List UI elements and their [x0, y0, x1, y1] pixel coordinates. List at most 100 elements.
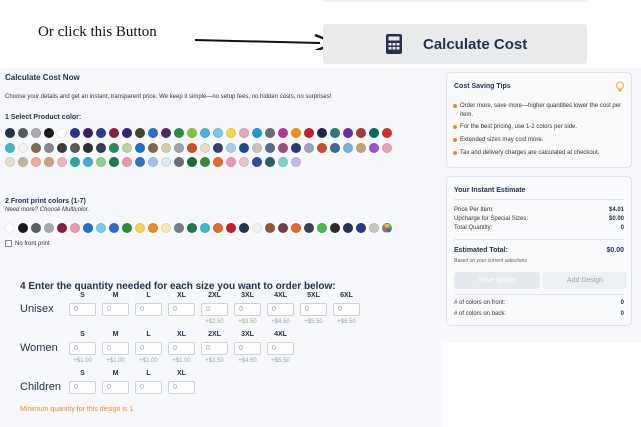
color-swatch[interactable]	[369, 143, 379, 153]
color-swatch[interactable]	[83, 128, 93, 138]
quantity-input[interactable]: 0	[234, 303, 261, 316]
quantity-input[interactable]: 0	[102, 381, 129, 394]
print-color-swatch[interactable]	[96, 223, 106, 233]
quantity-input[interactable]: 0	[201, 342, 228, 355]
color-swatch[interactable]	[44, 157, 54, 167]
quantity-input[interactable]: 0	[234, 342, 261, 355]
save-quote-button[interactable]: Save Quote	[454, 272, 540, 289]
color-swatch[interactable]	[200, 157, 210, 167]
print-color-swatch[interactable]	[291, 223, 301, 233]
print-color-swatch[interactable]	[343, 223, 353, 233]
print-color-swatch[interactable]	[57, 223, 67, 233]
color-swatch[interactable]	[18, 128, 28, 138]
quantity-input[interactable]: 0	[168, 342, 195, 355]
color-swatch[interactable]	[239, 143, 249, 153]
color-swatch[interactable]	[317, 143, 327, 153]
print-color-swatch[interactable]	[239, 223, 249, 233]
quantity-input[interactable]: 0	[267, 303, 294, 316]
print-color-swatch[interactable]	[161, 223, 171, 233]
color-swatch[interactable]	[304, 143, 314, 153]
color-swatch[interactable]	[5, 157, 15, 167]
color-swatch[interactable]	[291, 128, 301, 138]
color-swatch[interactable]	[382, 143, 392, 153]
color-swatch[interactable]	[252, 157, 262, 167]
color-swatch[interactable]	[5, 128, 15, 138]
color-swatch[interactable]	[200, 128, 210, 138]
color-swatch[interactable]	[161, 128, 171, 138]
quantity-input[interactable]: 0	[102, 303, 129, 316]
color-swatch[interactable]	[148, 157, 158, 167]
print-color-swatch[interactable]	[330, 223, 340, 233]
color-swatch[interactable]	[18, 157, 28, 167]
color-swatch[interactable]	[278, 157, 288, 167]
color-swatch[interactable]	[317, 128, 327, 138]
color-swatch[interactable]	[31, 143, 41, 153]
color-swatch[interactable]	[252, 128, 262, 138]
quantity-input[interactable]: 0	[168, 381, 195, 394]
color-swatch[interactable]	[83, 143, 93, 153]
color-swatch[interactable]	[187, 128, 197, 138]
quantity-input[interactable]: 0	[135, 381, 162, 394]
color-swatch[interactable]	[356, 128, 366, 138]
color-swatch[interactable]	[96, 143, 106, 153]
print-color-swatch[interactable]	[265, 223, 275, 233]
color-swatch[interactable]	[161, 157, 171, 167]
quantity-input[interactable]: 0	[168, 303, 195, 316]
no-front-print-option[interactable]: No front print	[5, 240, 50, 247]
multicolor-swatch[interactable]	[382, 223, 392, 233]
print-color-swatch[interactable]	[70, 223, 80, 233]
color-swatch[interactable]	[5, 143, 15, 153]
color-swatch[interactable]	[330, 128, 340, 138]
print-color-swatch[interactable]	[31, 223, 41, 233]
color-swatch[interactable]	[265, 143, 275, 153]
color-swatch[interactable]	[187, 157, 197, 167]
color-swatch[interactable]	[304, 128, 314, 138]
color-swatch[interactable]	[174, 143, 184, 153]
color-swatch[interactable]	[44, 128, 54, 138]
color-swatch[interactable]	[278, 143, 288, 153]
color-swatch[interactable]	[213, 128, 223, 138]
color-swatch[interactable]	[174, 157, 184, 167]
color-swatch[interactable]	[44, 143, 54, 153]
print-color-swatch[interactable]	[213, 223, 223, 233]
color-swatch[interactable]	[148, 128, 158, 138]
color-swatch[interactable]	[252, 143, 262, 153]
color-swatch[interactable]	[291, 157, 301, 167]
print-color-swatch[interactable]	[187, 223, 197, 233]
color-swatch[interactable]	[343, 128, 353, 138]
color-swatch[interactable]	[226, 143, 236, 153]
color-swatch[interactable]	[70, 143, 80, 153]
color-swatch[interactable]	[278, 128, 288, 138]
add-design-button[interactable]: Add Design	[543, 272, 627, 289]
print-color-swatch[interactable]	[122, 223, 132, 233]
color-swatch[interactable]	[291, 143, 301, 153]
color-swatch[interactable]	[213, 157, 223, 167]
color-swatch[interactable]	[213, 143, 223, 153]
print-color-swatch[interactable]	[369, 223, 379, 233]
quantity-input[interactable]: 0	[201, 303, 228, 316]
color-swatch[interactable]	[265, 157, 275, 167]
color-swatch[interactable]	[135, 143, 145, 153]
print-color-swatch[interactable]	[83, 223, 93, 233]
color-swatch[interactable]	[356, 143, 366, 153]
print-color-swatch[interactable]	[44, 223, 54, 233]
quantity-input[interactable]: 0	[300, 303, 327, 316]
color-swatch[interactable]	[343, 143, 353, 153]
color-swatch[interactable]	[239, 128, 249, 138]
color-swatch[interactable]	[122, 128, 132, 138]
color-swatch[interactable]	[70, 128, 80, 138]
color-swatch[interactable]	[122, 143, 132, 153]
color-swatch[interactable]	[57, 157, 67, 167]
color-swatch[interactable]	[382, 128, 392, 138]
color-swatch[interactable]	[239, 157, 249, 167]
color-swatch[interactable]	[96, 157, 106, 167]
quantity-input[interactable]: 0	[135, 303, 162, 316]
print-color-swatch[interactable]	[109, 223, 119, 233]
color-swatch[interactable]	[148, 143, 158, 153]
color-swatch[interactable]	[226, 128, 236, 138]
color-swatch[interactable]	[70, 157, 80, 167]
no-front-print-checkbox[interactable]	[5, 240, 12, 247]
quantity-input[interactable]: 0	[69, 303, 96, 316]
color-swatch[interactable]	[187, 143, 197, 153]
quantity-input[interactable]: 0	[69, 381, 96, 394]
